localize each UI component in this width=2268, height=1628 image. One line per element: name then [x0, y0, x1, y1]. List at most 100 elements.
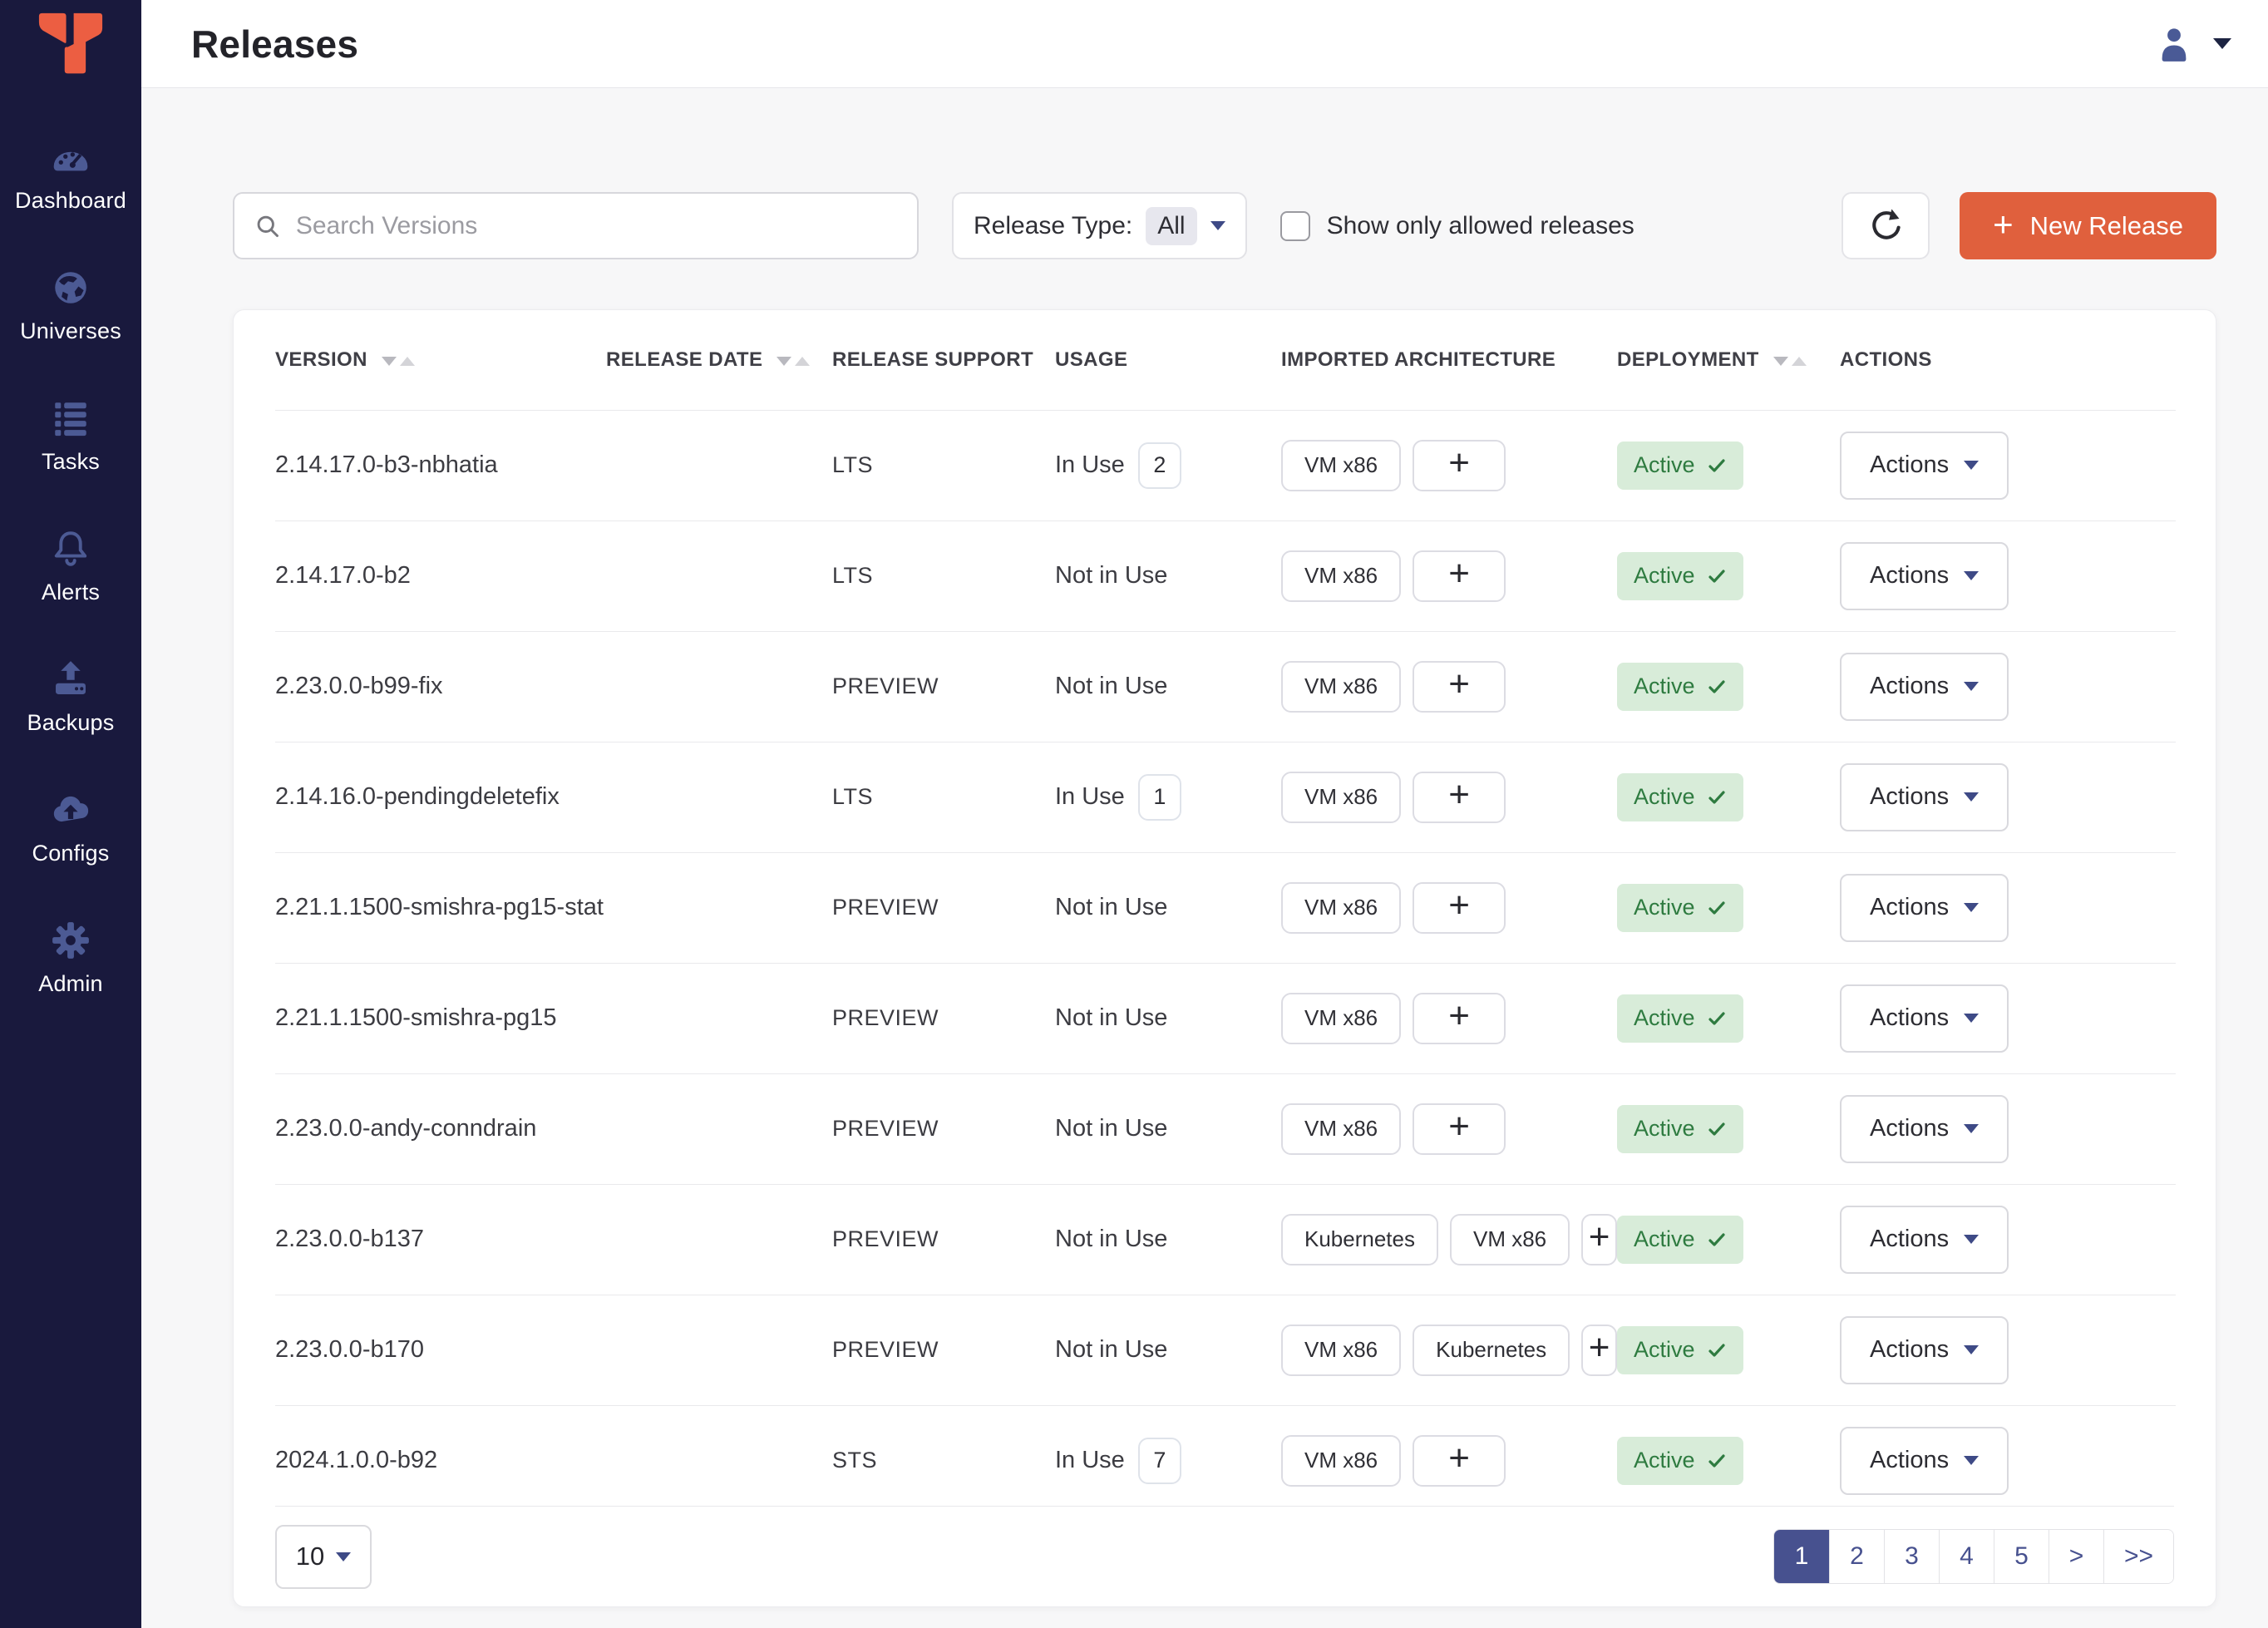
actions-button[interactable]: Actions	[1840, 1095, 2009, 1163]
release-date-cell	[606, 852, 832, 963]
sidebar-item-alerts[interactable]: Alerts	[0, 528, 141, 605]
chevron-down-icon	[1964, 682, 1979, 691]
sidebar-item-label: Backups	[27, 710, 115, 736]
sidebar-item-label: Universes	[20, 318, 121, 344]
actions-button[interactable]: Actions	[1840, 763, 2009, 831]
actions-button[interactable]: Actions	[1840, 432, 2009, 500]
sort-icon	[382, 357, 415, 366]
table-header-row: VERSION RELEASE DATE RELEASE SUPPORT USA…	[275, 310, 2176, 410]
architecture-pill: Kubernetes	[1281, 1214, 1438, 1265]
show-allowed-checkbox[interactable]	[1280, 211, 1310, 241]
table-row: 2.14.17.0-b3-nbhatia LTS In Use2 VM x86+…	[275, 410, 2176, 520]
sidebar-item-label: Alerts	[42, 580, 100, 605]
add-architecture-button[interactable]: +	[1413, 993, 1506, 1044]
architecture-cell: VM x86+	[1281, 411, 1617, 520]
sidebar-item-admin[interactable]: Admin	[0, 920, 141, 997]
release-support-cell: PREVIEW	[832, 1184, 1055, 1295]
deployment-status-badge: Active	[1617, 1105, 1743, 1153]
actions-button[interactable]: Actions	[1840, 984, 2009, 1053]
page-button-4[interactable]: 4	[1939, 1530, 1994, 1583]
architecture-cell: VM x86+	[1281, 742, 1617, 852]
add-architecture-button[interactable]: +	[1581, 1325, 1617, 1376]
release-support-cell: LTS	[832, 520, 1055, 631]
table-row: 2024.1.0.0-b92 STS In Use7 VM x86+ Activ…	[275, 1405, 2176, 1516]
yugabyte-logo[interactable]	[0, 0, 141, 88]
page-button-3[interactable]: 3	[1884, 1530, 1939, 1583]
usage-count-badge: 2	[1138, 442, 1181, 489]
next-page-button[interactable]: >	[2049, 1530, 2103, 1583]
add-architecture-button[interactable]: +	[1413, 440, 1506, 491]
deployment-status-badge: Active	[1617, 552, 1743, 600]
backup-upload-icon	[50, 659, 91, 700]
actions-button[interactable]: Actions	[1840, 1427, 2009, 1495]
sidebar-item-configs[interactable]: Configs	[0, 789, 141, 866]
chevron-down-icon	[336, 1552, 351, 1561]
page-button-1[interactable]: 1	[1774, 1530, 1829, 1583]
release-support-cell: PREVIEW	[832, 631, 1055, 742]
add-architecture-button[interactable]: +	[1413, 661, 1506, 713]
add-architecture-button[interactable]: +	[1413, 1435, 1506, 1487]
add-architecture-button[interactable]: +	[1581, 1214, 1617, 1265]
usage-cell: Not in Use	[1055, 964, 1281, 1073]
usage-count-badge: 1	[1138, 774, 1181, 821]
add-architecture-button[interactable]: +	[1413, 550, 1506, 602]
new-release-button[interactable]: + New Release	[1960, 192, 2216, 259]
user-menu[interactable]	[2155, 25, 2231, 63]
sidebar-item-backups[interactable]: Backups	[0, 659, 141, 736]
sidebar-item-tasks[interactable]: Tasks	[0, 397, 141, 475]
usage-cell: Not in Use	[1055, 632, 1281, 742]
actions-button[interactable]: Actions	[1840, 542, 2009, 610]
page-button-2[interactable]: 2	[1829, 1530, 1884, 1583]
last-page-button[interactable]: >>	[2103, 1530, 2173, 1583]
actions-button[interactable]: Actions	[1840, 1206, 2009, 1274]
column-header-release-date[interactable]: RELEASE DATE	[606, 310, 832, 410]
search-input[interactable]	[296, 212, 897, 240]
actions-button[interactable]: Actions	[1840, 653, 2009, 721]
column-header-version[interactable]: VERSION	[275, 310, 606, 410]
deployment-status-badge: Active	[1617, 994, 1743, 1043]
pagination: 1 2 3 4 5 > >>	[1773, 1529, 2174, 1584]
usage-count-badge: 7	[1138, 1438, 1181, 1484]
add-architecture-button[interactable]: +	[1413, 772, 1506, 823]
architecture-cell: VM x86Kubernetes+	[1281, 1295, 1617, 1405]
chevron-down-icon	[1964, 1124, 1979, 1133]
chevron-down-icon	[1964, 1014, 1979, 1023]
add-architecture-button[interactable]: +	[1413, 1103, 1506, 1155]
sidebar-item-label: Dashboard	[15, 188, 126, 214]
add-architecture-button[interactable]: +	[1413, 882, 1506, 934]
sidebar-item-label: Tasks	[42, 449, 100, 475]
architecture-pill: VM x86	[1281, 1103, 1401, 1155]
architecture-pill: VM x86	[1281, 1435, 1401, 1487]
sidebar-item-universes[interactable]: Universes	[0, 267, 141, 344]
chevron-down-icon	[1964, 1235, 1979, 1244]
release-type-dropdown[interactable]: Release Type: All	[952, 192, 1247, 259]
column-header-deployment[interactable]: DEPLOYMENT	[1617, 310, 1840, 410]
check-icon	[1707, 566, 1727, 586]
topbar: Releases	[141, 0, 2268, 88]
release-date-cell	[606, 1405, 832, 1516]
page-size-dropdown[interactable]: 10	[275, 1525, 372, 1589]
gear-icon	[50, 920, 91, 961]
check-icon	[1707, 1009, 1727, 1029]
architecture-cell: VM x86+	[1281, 1406, 1617, 1516]
release-support-cell: LTS	[832, 410, 1055, 520]
check-icon	[1707, 898, 1727, 918]
refresh-button[interactable]	[1842, 192, 1930, 259]
architecture-cell: VM x86+	[1281, 1074, 1617, 1184]
version-cell: 2024.1.0.0-b92	[275, 1405, 606, 1516]
actions-button[interactable]: Actions	[1840, 1316, 2009, 1384]
search-icon	[254, 212, 281, 240]
table-row: 2.23.0.0-b137 PREVIEW Not in Use Kuberne…	[275, 1184, 2176, 1295]
page-button-5[interactable]: 5	[1994, 1530, 2049, 1583]
sidebar-item-dashboard[interactable]: Dashboard	[0, 136, 141, 214]
version-cell: 2.23.0.0-b99-fix	[275, 631, 606, 742]
globe-icon	[50, 267, 91, 308]
release-date-cell	[606, 631, 832, 742]
architecture-pill: VM x86	[1281, 1325, 1401, 1376]
actions-button[interactable]: Actions	[1840, 874, 2009, 942]
release-date-cell	[606, 520, 832, 631]
releases-table: VERSION RELEASE DATE RELEASE SUPPORT USA…	[275, 310, 2176, 1516]
usage-cell: In Use7	[1055, 1406, 1281, 1516]
version-cell: 2.23.0.0-b137	[275, 1184, 606, 1295]
chevron-down-icon	[1964, 1345, 1979, 1354]
